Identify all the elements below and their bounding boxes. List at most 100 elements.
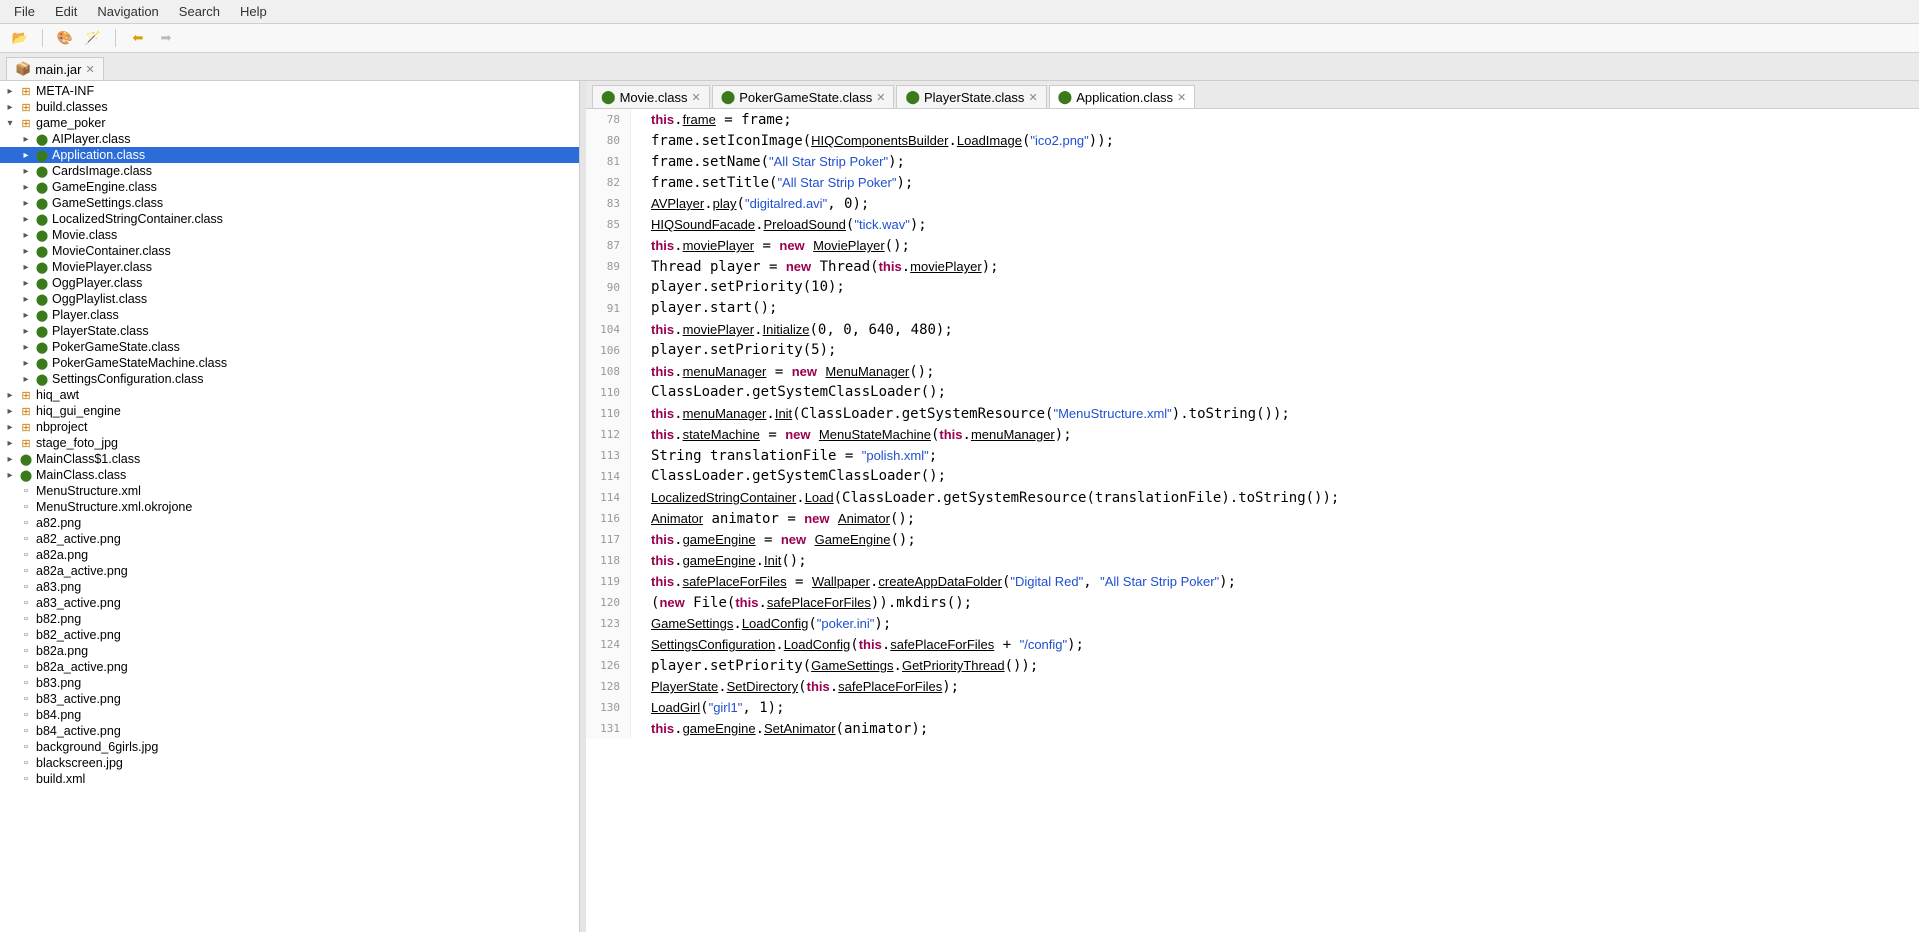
editor-tab[interactable]: ⬤PlayerState.class✕ [896,85,1046,108]
code-line[interactable]: 85HIQSoundFacade.PreloadSound("tick.wav"… [586,214,1919,235]
code-content[interactable]: this.safePlaceForFiles = Wallpaper.creat… [631,571,1236,592]
code-content[interactable]: frame.setIconImage(HIQComponentsBuilder.… [631,130,1114,151]
code-content[interactable]: player.setPriority(5); [631,340,836,361]
palette-icon[interactable]: 🎨 [55,28,75,48]
code-line[interactable]: 81frame.setName("All Star Strip Poker"); [586,151,1919,172]
open-icon[interactable]: 📂 [10,28,30,48]
tree-item[interactable]: ▸⬤MoviePlayer.class [0,259,579,275]
menu-navigation[interactable]: Navigation [89,2,166,21]
tree-panel[interactable]: ▸⊞META-INF▸⊞build.classes▾⊞game_poker▸⬤A… [0,81,580,932]
tree-item[interactable]: ▫MenuStructure.xml.okrojone [0,499,579,515]
code-content[interactable]: String translationFile = "polish.xml"; [631,445,937,466]
code-line[interactable]: 90player.setPriority(10); [586,277,1919,298]
tree-item[interactable]: ▸⬤CardsImage.class [0,163,579,179]
tree-item[interactable]: ▫b84_active.png [0,723,579,739]
tree-item[interactable]: ▸⊞hiq_gui_engine [0,403,579,419]
code-content[interactable]: frame.setTitle("All Star Strip Poker"); [631,172,913,193]
code-line[interactable]: 106player.setPriority(5); [586,340,1919,361]
code-line[interactable]: 104this.moviePlayer.Initialize(0, 0, 640… [586,319,1919,340]
tree-item[interactable]: ▸⬤Movie.class [0,227,579,243]
code-content[interactable]: PlayerState.SetDirectory(this.safePlaceF… [631,676,959,697]
code-content[interactable]: ClassLoader.getSystemClassLoader(); [631,382,946,403]
expand-arrow-icon[interactable]: ▸ [20,150,32,161]
expand-arrow-icon[interactable]: ▸ [20,246,32,257]
tree-item[interactable]: ▫b82_active.png [0,627,579,643]
expand-arrow-icon[interactable]: ▸ [20,182,32,193]
code-line[interactable]: 91player.start(); [586,298,1919,319]
code-line[interactable]: 114LocalizedStringContainer.Load(ClassLo… [586,487,1919,508]
tree-item[interactable]: ▸⬤Application.class [0,147,579,163]
code-content[interactable]: this.gameEngine.Init(); [631,550,807,571]
code-line[interactable]: 120(new File(this.safePlaceForFiles)).mk… [586,592,1919,613]
tree-item[interactable]: ▫a82a_active.png [0,563,579,579]
editor-tab[interactable]: ⬤Movie.class✕ [592,85,710,108]
tree-item[interactable]: ▸⊞build.classes [0,99,579,115]
code-content[interactable]: (new File(this.safePlaceForFiles)).mkdir… [631,592,972,613]
tree-item[interactable]: ▸⬤PokerGameStateMachine.class [0,355,579,371]
expand-arrow-icon[interactable]: ▸ [20,310,32,321]
code-content[interactable]: LocalizedStringContainer.Load(ClassLoade… [631,487,1339,508]
tree-item[interactable]: ▫build.xml [0,771,579,787]
code-content[interactable]: player.setPriority(10); [631,277,845,298]
tree-item[interactable]: ▸⬤AIPlayer.class [0,131,579,147]
code-content[interactable]: player.setPriority(GameSettings.GetPrior… [631,655,1038,676]
code-line[interactable]: 87this.moviePlayer = new MoviePlayer(); [586,235,1919,256]
expand-arrow-icon[interactable]: ▸ [20,214,32,225]
code-line[interactable]: 123GameSettings.LoadConfig("poker.ini"); [586,613,1919,634]
code-line[interactable]: 89Thread player = new Thread(this.movieP… [586,256,1919,277]
tree-item[interactable]: ▸⬤MainClass.class [0,467,579,483]
code-line[interactable]: 128PlayerState.SetDirectory(this.safePla… [586,676,1919,697]
tree-item[interactable]: ▫a83_active.png [0,595,579,611]
back-icon[interactable]: ⬅ [128,28,148,48]
tree-item[interactable]: ▫b82a.png [0,643,579,659]
expand-arrow-icon[interactable]: ▾ [4,118,16,129]
tree-item[interactable]: ▫b83.png [0,675,579,691]
code-content[interactable]: player.start(); [631,298,777,319]
tree-item[interactable]: ▫b82.png [0,611,579,627]
code-content[interactable]: GameSettings.LoadConfig("poker.ini"); [631,613,891,634]
tree-item[interactable]: ▸⬤MovieContainer.class [0,243,579,259]
tree-item[interactable]: ▫a82.png [0,515,579,531]
code-line[interactable]: 108this.menuManager = new MenuManager(); [586,361,1919,382]
code-line[interactable]: 117this.gameEngine = new GameEngine(); [586,529,1919,550]
tree-item[interactable]: ▫blackscreen.jpg [0,755,579,771]
code-content[interactable]: this.menuManager = new MenuManager(); [631,361,935,382]
code-content[interactable]: this.moviePlayer.Initialize(0, 0, 640, 4… [631,319,953,340]
tree-item[interactable]: ▫background_6girls.jpg [0,739,579,755]
code-content[interactable]: Animator animator = new Animator(); [631,508,915,529]
code-content[interactable]: HIQSoundFacade.PreloadSound("tick.wav"); [631,214,927,235]
wand-icon[interactable]: 🪄 [83,28,103,48]
code-content[interactable]: SettingsConfiguration.LoadConfig(this.sa… [631,634,1084,655]
editor-tab[interactable]: ⬤Application.class✕ [1049,85,1196,108]
close-icon[interactable]: ✕ [85,63,94,76]
menu-search[interactable]: Search [171,2,228,21]
tree-item[interactable]: ▫MenuStructure.xml [0,483,579,499]
tree-item[interactable]: ▸⬤MainClass$1.class [0,451,579,467]
code-line[interactable]: 113String translationFile = "polish.xml"… [586,445,1919,466]
code-content[interactable]: AVPlayer.play("digitalred.avi", 0); [631,193,869,214]
expand-arrow-icon[interactable]: ▸ [20,342,32,353]
expand-arrow-icon[interactable]: ▸ [20,278,32,289]
tree-item[interactable]: ▫b84.png [0,707,579,723]
tree-item[interactable]: ▸⬤OggPlaylist.class [0,291,579,307]
expand-arrow-icon[interactable]: ▸ [20,374,32,385]
tree-item[interactable]: ▸⊞nbproject [0,419,579,435]
code-content[interactable]: this.menuManager.Init(ClassLoader.getSys… [631,403,1290,424]
expand-arrow-icon[interactable]: ▸ [20,358,32,369]
menu-edit[interactable]: Edit [47,2,85,21]
code-line[interactable]: 82frame.setTitle("All Star Strip Poker")… [586,172,1919,193]
code-line[interactable]: 80frame.setIconImage(HIQComponentsBuilde… [586,130,1919,151]
tree-item[interactable]: ▸⬤Player.class [0,307,579,323]
tree-item[interactable]: ▸⬤GameEngine.class [0,179,579,195]
code-line[interactable]: 110this.menuManager.Init(ClassLoader.get… [586,403,1919,424]
code-content[interactable]: this.moviePlayer = new MoviePlayer(); [631,235,910,256]
code-line[interactable]: 116Animator animator = new Animator(); [586,508,1919,529]
code-content[interactable]: this.frame = frame; [631,109,792,130]
expand-arrow-icon[interactable]: ▸ [4,454,16,465]
expand-arrow-icon[interactable]: ▸ [4,86,16,97]
expand-arrow-icon[interactable]: ▸ [20,134,32,145]
code-line[interactable]: 131this.gameEngine.SetAnimator(animator)… [586,718,1919,739]
tree-item[interactable]: ▸⬤SettingsConfiguration.class [0,371,579,387]
code-line[interactable]: 78this.frame = frame; [586,109,1919,130]
menu-help[interactable]: Help [232,2,275,21]
